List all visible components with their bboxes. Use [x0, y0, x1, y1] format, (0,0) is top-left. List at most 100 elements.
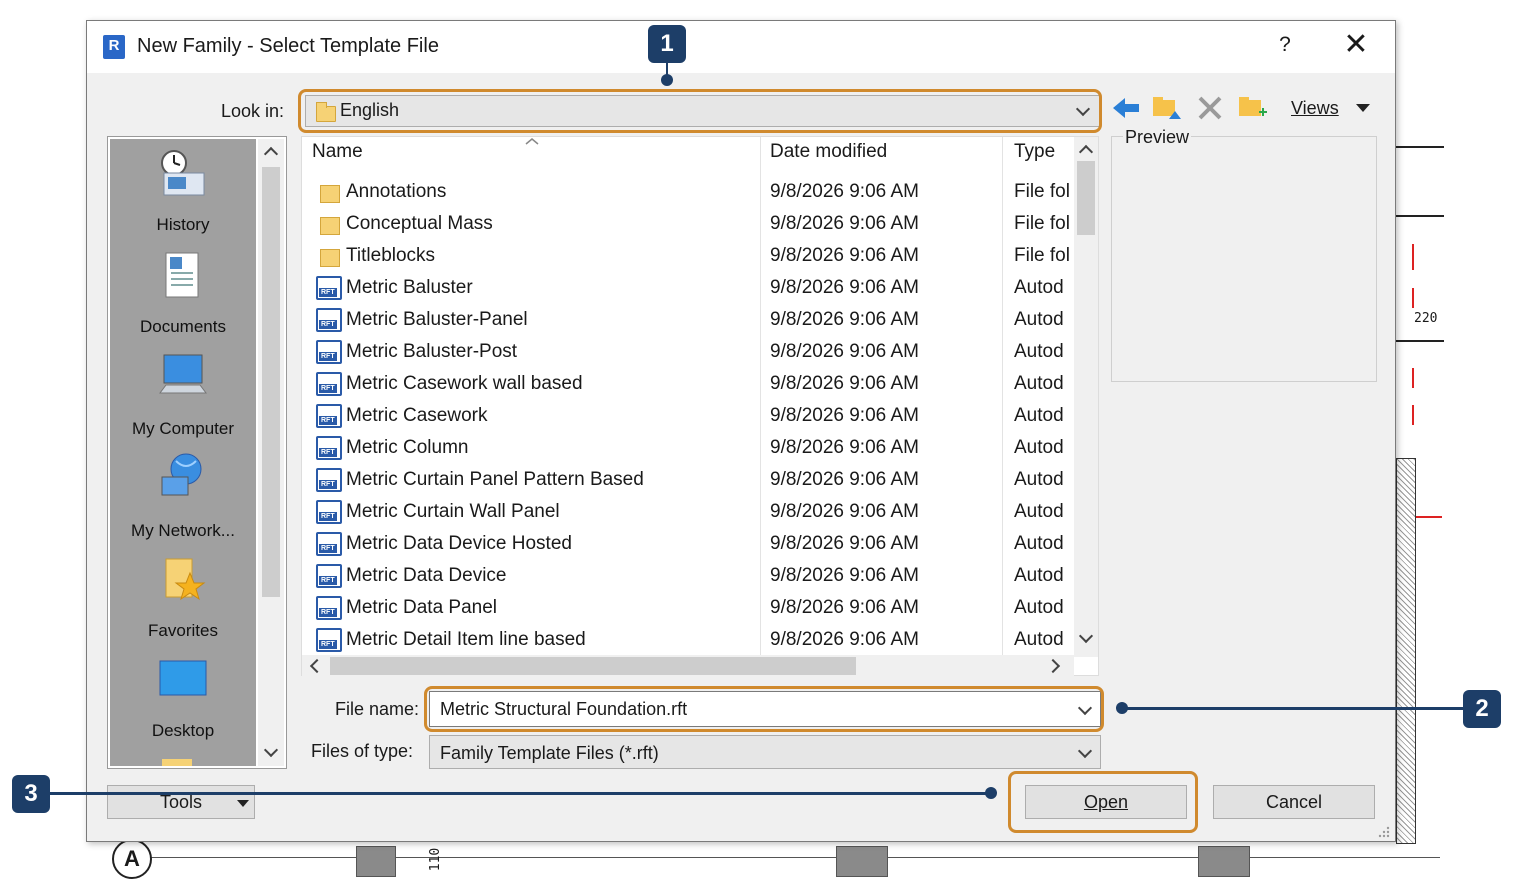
file-type: Autod — [1014, 405, 1064, 426]
file-date: 9/8/2026 9:06 AM — [770, 405, 919, 426]
file-row[interactable]: Metric Baluster-Panel 9/8/2026 9:06 AM Aut… — [302, 305, 1072, 337]
file-name: Metric Curtain Wall Panel — [346, 501, 560, 522]
file-row[interactable]: Metric Column 9/8/2026 9:06 AM Autod — [302, 433, 1072, 465]
file-name: Conceptual Mass — [346, 213, 493, 234]
file-row[interactable]: Annotations 9/8/2026 9:06 AM File fol — [302, 177, 1072, 209]
callout-dot — [661, 74, 673, 86]
place-label: Favorites — [148, 621, 218, 640]
column-header-type[interactable]: Type — [1014, 141, 1055, 163]
close-button[interactable]: ✕ — [1341, 29, 1371, 61]
file-type: Autod — [1014, 629, 1064, 650]
rft-file-icon — [316, 308, 342, 332]
place-desktop[interactable]: Desktop — [110, 655, 256, 740]
scrollbar-thumb[interactable] — [1077, 161, 1095, 235]
file-type: Autod — [1014, 341, 1064, 362]
up-folder-icon[interactable] — [1151, 93, 1183, 123]
file-row[interactable]: Titleblocks 9/8/2026 9:06 AM File fol — [302, 241, 1072, 273]
sort-arrow-icon — [525, 138, 539, 145]
file-name-label: File name: — [335, 699, 420, 719]
chevron-up-icon[interactable] — [1078, 144, 1094, 160]
file-date: 9/8/2026 9:06 AM — [770, 565, 919, 586]
file-row[interactable]: Metric Curtain Wall Panel 9/8/2026 9:06 A… — [302, 497, 1072, 529]
file-date: 9/8/2026 9:06 AM — [770, 629, 919, 650]
file-list-hscrollbar[interactable] — [302, 655, 1074, 677]
file-row[interactable]: Metric Casework wall based 9/8/2026 9:06 … — [302, 369, 1072, 401]
caret-down-icon[interactable] — [1355, 103, 1371, 113]
history-icon — [161, 150, 205, 196]
cad-column — [836, 846, 888, 877]
file-date: 9/8/2026 9:06 AM — [770, 437, 919, 458]
cad-line — [1396, 215, 1444, 217]
rft-file-icon — [316, 628, 342, 652]
place-label: Documents — [140, 317, 226, 336]
chevron-right-icon[interactable] — [1045, 658, 1061, 674]
file-row[interactable]: Metric Curtain Panel Pattern Based 9/8/20… — [302, 465, 1072, 497]
dialog-title: New Family - Select Template File — [137, 35, 439, 57]
new-folder-icon[interactable] — [1237, 93, 1269, 123]
chevron-down-icon[interactable] — [263, 742, 279, 758]
file-row[interactable]: Metric Detail Item line based 9/8/2026 9:… — [302, 625, 1072, 657]
file-name: Titleblocks — [346, 245, 436, 266]
cancel-button[interactable]: Cancel — [1213, 785, 1375, 819]
callout-badge-1: 1 — [648, 25, 686, 63]
file-list-vscrollbar[interactable] — [1074, 137, 1098, 657]
file-row[interactable]: Metric Data Device 9/8/2026 9:06 AM Autod — [302, 561, 1072, 593]
file-row[interactable]: Metric Baluster 9/8/2026 9:06 AM Autod — [302, 273, 1072, 305]
scrollbar-thumb[interactable] — [330, 657, 856, 675]
place-documents[interactable]: Documents — [110, 249, 256, 336]
file-type: Autod — [1014, 437, 1064, 458]
file-date: 9/8/2026 9:06 AM — [770, 213, 919, 234]
file-row[interactable]: Metric Casework 9/8/2026 9:06 AM Autod — [302, 401, 1072, 433]
tools-button[interactable]: Tools — [107, 785, 255, 819]
file-name: Metric Data Device Hosted — [346, 533, 572, 554]
network-icon — [161, 453, 202, 496]
column-header-name[interactable]: Name — [312, 141, 363, 163]
files-of-type-value: Family Template Files (*.rft) — [440, 743, 659, 763]
place-label: My Network... — [131, 521, 235, 540]
caret-down-icon — [237, 800, 249, 807]
views-menu[interactable]: Views — [1291, 98, 1339, 119]
back-arrow-icon[interactable] — [1111, 95, 1141, 121]
folder-icon — [320, 185, 340, 203]
file-type: Autod — [1014, 309, 1064, 330]
place-history[interactable]: History — [110, 147, 256, 234]
highlight-open-button — [1008, 771, 1198, 833]
rft-file-icon — [316, 596, 342, 620]
cad-red-line — [1412, 368, 1414, 388]
places-scrollbar[interactable] — [258, 139, 284, 766]
chevron-down-icon[interactable] — [1077, 743, 1093, 759]
file-row[interactable]: Metric Data Panel 9/8/2026 9:06 AM Autod — [302, 593, 1072, 625]
file-type: Autod — [1014, 373, 1064, 394]
file-type: Autod — [1014, 533, 1064, 554]
places-list: History Documents My Computer My Network… — [110, 139, 256, 766]
place-label: My Computer — [131, 419, 235, 438]
place-my-network[interactable]: My Network... — [110, 451, 256, 540]
file-row[interactable]: Conceptual Mass 9/8/2026 9:06 AM File fol — [302, 209, 1072, 241]
help-button[interactable]: ? — [1271, 33, 1299, 57]
file-row[interactable]: Metric Data Device Hosted 9/8/2026 9:06 A… — [302, 529, 1072, 561]
dimension-text: 110 — [428, 847, 444, 872]
file-row[interactable]: Metric Baluster-Post 9/8/2026 9:06 AM Auto… — [302, 337, 1072, 369]
chevron-down-icon[interactable] — [1078, 628, 1094, 644]
file-list: Name Date modified Type Annotations 9/8/2… — [301, 136, 1099, 677]
cad-red-line — [1412, 244, 1414, 270]
file-name: Metric Data Device — [346, 565, 507, 586]
files-of-type-select[interactable]: Family Template Files (*.rft) — [429, 735, 1101, 769]
preview-pane — [1111, 136, 1377, 382]
scrollbar-thumb[interactable] — [262, 167, 280, 597]
file-type: Autod — [1014, 565, 1064, 586]
delete-icon[interactable] — [1197, 95, 1223, 121]
chevron-left-icon[interactable] — [309, 658, 325, 674]
cad-red-line — [1412, 288, 1414, 308]
file-type: Autod — [1014, 501, 1064, 522]
favorites-icon — [165, 558, 206, 601]
cad-column — [1198, 846, 1250, 877]
place-my-computer[interactable]: My Computer — [110, 351, 256, 438]
rft-file-icon — [316, 404, 342, 428]
cad-line — [1396, 340, 1444, 342]
place-favorites[interactable]: Favorites — [110, 553, 256, 640]
chevron-up-icon[interactable] — [263, 146, 279, 162]
file-date: 9/8/2026 9:06 AM — [770, 597, 919, 618]
resize-grip-icon[interactable] — [1377, 825, 1391, 839]
column-header-date[interactable]: Date modified — [770, 141, 887, 163]
